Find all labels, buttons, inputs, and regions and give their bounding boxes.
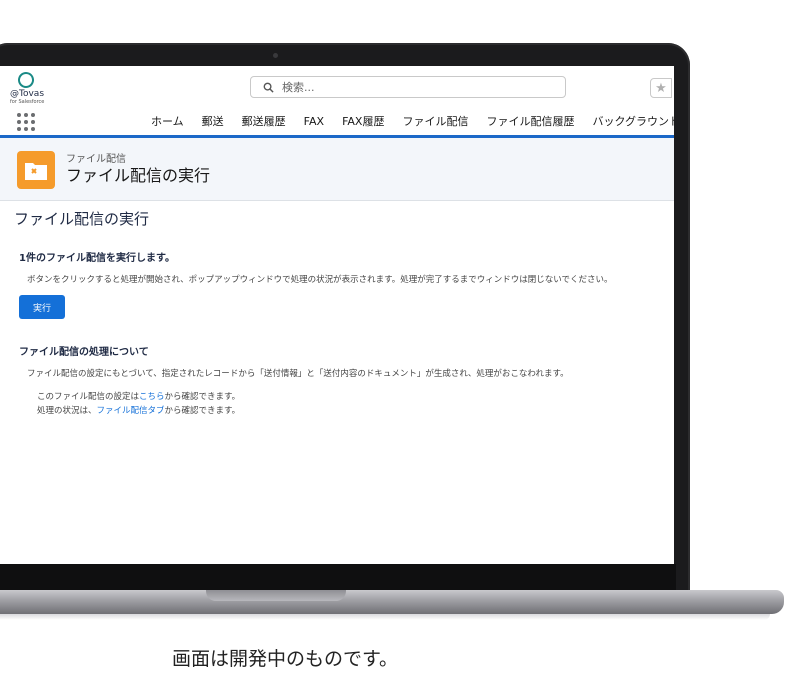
nav-item-mail-history[interactable]: 郵送履歴: [233, 108, 295, 135]
settings-link[interactable]: こちら: [139, 392, 165, 402]
top-bar: @Tovas for Salesforce ★: [0, 66, 674, 108]
run-button[interactable]: 実行: [19, 295, 65, 319]
nav-item-mail[interactable]: 郵送: [193, 108, 233, 135]
nav-item-background[interactable]: バックグラウンド処: [583, 108, 674, 135]
logo-name: @Tovas: [10, 89, 45, 99]
nav-item-home[interactable]: ホーム: [142, 108, 193, 135]
nav-bar: ホーム 郵送 郵送履歴 FAX FAX履歴 ファイル配信 ファイル配信履歴 バッ…: [0, 108, 674, 138]
settings-note: このファイル配信の設定はこちらから確認できます。: [37, 390, 240, 402]
folder-icon: [25, 163, 47, 180]
header-title: ファイル配信の実行: [66, 166, 211, 185]
about-heading: ファイル配信の処理について: [19, 347, 149, 358]
status-note: 処理の状況は、ファイル配信タブから確認できます。: [37, 404, 240, 416]
description: ボタンをクリックすると処理が開始され、ポップアップウィンドウで処理の状況が表示さ…: [27, 275, 613, 285]
laptop-shadow: [0, 614, 770, 620]
search-icon: [263, 82, 274, 93]
favorites-star-icon[interactable]: ★: [650, 78, 672, 98]
logo-icon: [15, 69, 37, 91]
sub-heading: 1件のファイル配信を実行します。: [19, 253, 175, 264]
status-note-after: から確認できます。: [164, 406, 241, 416]
laptop-notch: [206, 590, 346, 601]
settings-note-before: このファイル配信の設定は: [37, 392, 140, 402]
page-header: ファイル配信 ファイル配信の実行: [0, 138, 674, 201]
file-delivery-icon: [17, 151, 55, 189]
settings-note-after: から確認できます。: [164, 392, 241, 402]
logo-sub: for Salesforce: [10, 99, 45, 105]
page-title: ファイル配信の実行: [14, 210, 150, 228]
search-box[interactable]: [250, 76, 566, 98]
logo: @Tovas for Salesforce: [10, 69, 50, 105]
camera-dot: [273, 53, 278, 58]
screen: @Tovas for Salesforce ★ ホーム 郵送 郵送履歴 FAX …: [0, 66, 674, 564]
caption: 画面は開発中のものです。: [171, 648, 399, 670]
app-launcher-icon[interactable]: [17, 113, 35, 131]
nav-item-file-delivery-history[interactable]: ファイル配信履歴: [477, 108, 583, 135]
nav-item-fax[interactable]: FAX: [295, 108, 333, 135]
nav-item-file-delivery[interactable]: ファイル配信: [393, 108, 477, 135]
file-delivery-tab-link[interactable]: ファイル配信タブ: [97, 406, 165, 416]
laptop-base: [0, 590, 784, 614]
nav-items: ホーム 郵送 郵送履歴 FAX FAX履歴 ファイル配信 ファイル配信履歴 バッ…: [142, 108, 674, 135]
screen-bezel-bottom: [0, 564, 676, 590]
search-input[interactable]: [280, 79, 544, 95]
nav-item-fax-history[interactable]: FAX履歴: [333, 108, 393, 135]
status-note-before: 処理の状況は、: [37, 406, 97, 416]
about-text: ファイル配信の設定にもとづいて、指定されたレコードから「送付情報」と「送付内容の…: [27, 369, 569, 379]
